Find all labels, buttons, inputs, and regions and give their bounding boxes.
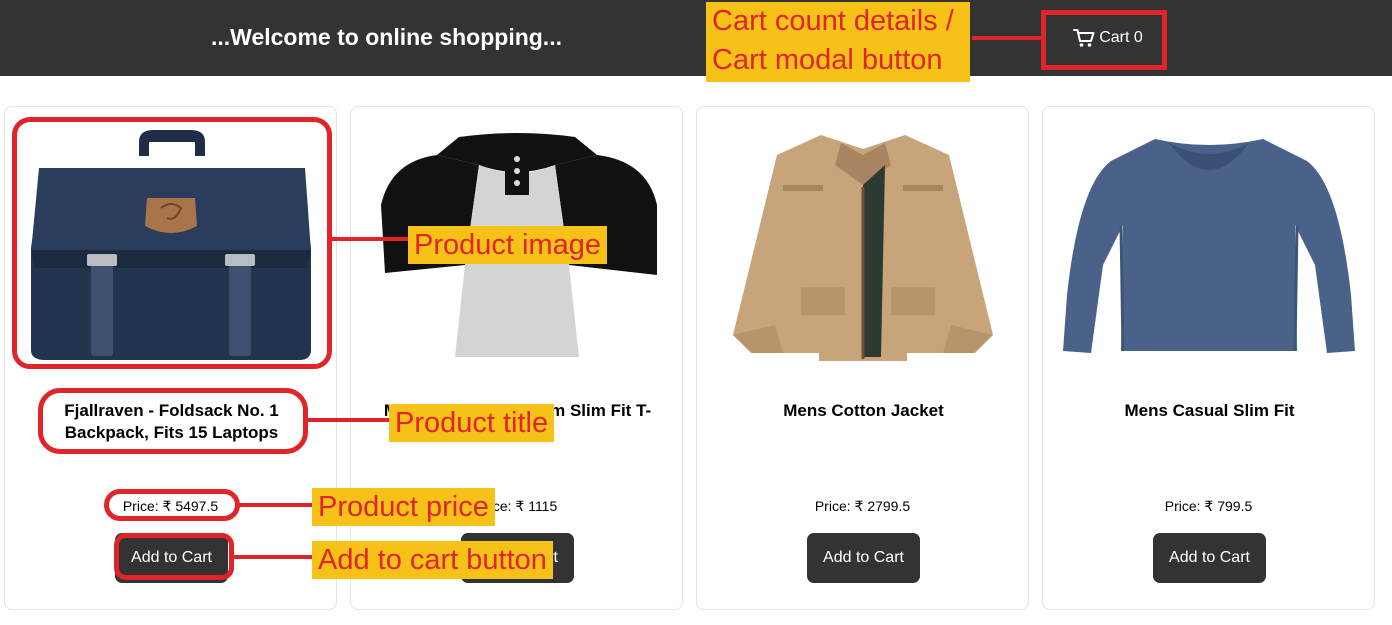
button-connector <box>232 555 314 559</box>
product-card: Mens Casual Slim Fit Price: ₹ 799.5 Add … <box>1042 106 1375 610</box>
button-highlight <box>114 533 234 580</box>
cotton-jacket-image[interactable] <box>705 119 1020 371</box>
add-to-cart-button[interactable]: Add to Cart <box>807 533 920 583</box>
product-price: Price: ₹ 2799.5 <box>814 498 911 514</box>
slim-fit-shirt-image[interactable] <box>1051 119 1366 371</box>
product-card: Mens Casual Premium Slim Fit T-Shirts Pr… <box>350 106 683 610</box>
site-title: ...Welcome to online shopping... <box>211 24 562 50</box>
price-connector <box>238 503 314 507</box>
image-annotation-label: Product image <box>408 226 607 264</box>
product-card: Mens Cotton Jacket Price: ₹ 2799.5 Add t… <box>696 106 1029 610</box>
add-to-cart-button[interactable]: Add to Cart <box>1153 533 1266 583</box>
cart-connector <box>972 36 1042 40</box>
title-highlight <box>38 388 308 454</box>
button-annotation-label: Add to cart button <box>312 541 553 579</box>
product-title: Mens Cotton Jacket <box>783 401 944 420</box>
top-header: ...Welcome to online shopping... Cart 0 <box>0 0 1392 76</box>
title-annotation-label: Product title <box>389 404 555 442</box>
product-title: Mens Casual Slim Fit <box>1124 401 1295 420</box>
price-highlight <box>104 489 240 521</box>
image-highlight <box>12 117 332 369</box>
price-annotation-label: Product price <box>312 488 495 526</box>
title-connector <box>305 418 391 422</box>
cart-annotation-label: Cart count details / Cart modal button <box>706 2 970 82</box>
cart-highlight <box>1041 10 1167 70</box>
image-connector <box>328 237 410 241</box>
product-price: Price: ₹ 799.5 <box>1164 498 1253 514</box>
